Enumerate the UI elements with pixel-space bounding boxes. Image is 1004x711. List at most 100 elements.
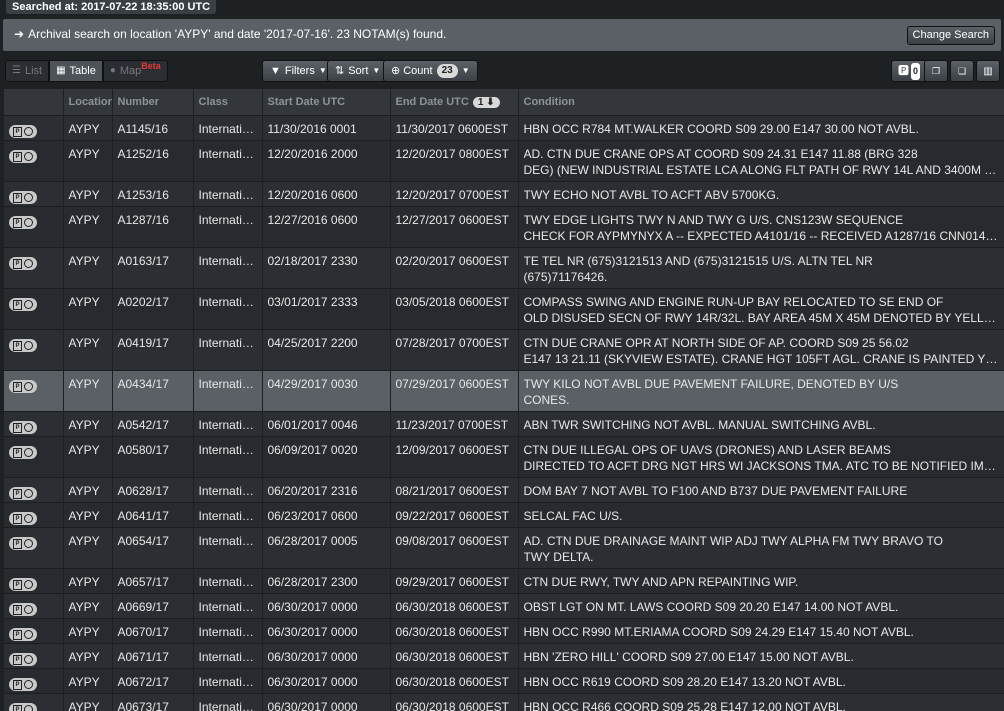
pdf-open-toggle[interactable]: P bbox=[9, 421, 37, 434]
pdf-open-toggle[interactable]: P bbox=[9, 125, 37, 138]
map-view-label: Map bbox=[119, 65, 142, 77]
pdf-open-toggle[interactable]: P bbox=[9, 578, 37, 591]
table-row[interactable]: P AYPY A0434/17 Internatio... 04/29/2017 003… bbox=[4, 369, 1004, 411]
cell-condition: TWY EDGE LIGHTS TWY N AND TWY G U/S. CNS… bbox=[518, 205, 1004, 247]
row-actions: P bbox=[4, 501, 64, 527]
view-toggle: ☰ List ▦ Table ● Map Beta bbox=[5, 60, 168, 82]
cell-condition: DOM BAY 7 NOT AVBL TO F100 AND B737 DUE … bbox=[518, 476, 1004, 502]
condition-line: AD. CTN DUE CRANE OPS AT COORD S09 24.31… bbox=[523, 146, 918, 161]
pdf-open-toggle[interactable]: P bbox=[9, 339, 37, 352]
pdf-export-button[interactable]: 🅿 0 bbox=[891, 60, 927, 82]
table-row[interactable]: P AYPY A0419/17 Internatio... 04/25/2017 220… bbox=[4, 328, 1004, 370]
cell-number: A0628/17 bbox=[112, 476, 194, 502]
table-row[interactable]: P AYPY A0641/17 Internatio... 06/23/2017 060… bbox=[4, 501, 1004, 527]
copy-button[interactable]: ❐ bbox=[924, 60, 948, 82]
cell-start-date: 06/30/2017 0000 bbox=[262, 617, 391, 643]
pdf-open-toggle[interactable]: P bbox=[9, 603, 37, 616]
table-row[interactable]: P AYPY A1252/16 Internatio... 12/20/2016 200… bbox=[4, 139, 1004, 181]
col-condition[interactable]: Condition bbox=[518, 89, 1004, 115]
table-row[interactable]: P AYPY A0163/17 Internatio... 02/18/2017 233… bbox=[4, 246, 1004, 288]
cell-start-date: 06/30/2017 0000 bbox=[262, 592, 391, 618]
pdf-open-toggle[interactable]: P bbox=[9, 512, 37, 525]
list-view-button[interactable]: ☰ List bbox=[5, 60, 50, 82]
cell-class: Internatio... bbox=[193, 410, 263, 436]
cell-start-date: 02/18/2017 2330 bbox=[262, 246, 391, 288]
pdf-open-toggle[interactable]: P bbox=[9, 678, 37, 691]
table-row[interactable]: P AYPY A1253/16 Internatio... 12/20/2016 060… bbox=[4, 180, 1004, 206]
row-actions: P bbox=[4, 642, 64, 668]
cell-location: AYPY bbox=[63, 642, 113, 668]
cell-end-date: 11/30/2017 0600EST bbox=[390, 114, 519, 140]
table-row[interactable]: P AYPY A0202/17 Internatio... 03/01/2017 233… bbox=[4, 287, 1004, 329]
map-view-button[interactable]: ● Map Beta bbox=[102, 60, 168, 82]
pdf-open-toggle[interactable]: P bbox=[9, 537, 37, 550]
table-row[interactable]: P AYPY A0542/17 Internatio... 06/01/2017 004… bbox=[4, 410, 1004, 436]
cell-start-date: 06/23/2017 0600 bbox=[262, 501, 391, 527]
cell-location: AYPY bbox=[63, 287, 113, 329]
table-row[interactable]: P AYPY A0673/17 Internatio... 06/30/2017 000… bbox=[4, 692, 1004, 711]
cell-class: Internatio... bbox=[193, 328, 263, 370]
circle-icon bbox=[24, 193, 33, 202]
pdf-icon: P bbox=[13, 447, 22, 458]
pdf-open-toggle[interactable]: P bbox=[9, 628, 37, 641]
sort-button[interactable]: ⇅ Sort ▼ bbox=[327, 60, 389, 82]
cell-condition: CTN DUE ILLEGAL OPS OF UAVS (DRONES) AND… bbox=[518, 435, 1004, 477]
cell-start-date: 06/30/2017 0000 bbox=[262, 667, 391, 693]
list-view-label: List bbox=[24, 65, 43, 77]
count-button[interactable]: ⊕ Count 23 ▼ bbox=[383, 60, 478, 82]
col-end-date[interactable]: End Date UTC 1 ⬇ bbox=[390, 89, 519, 115]
table-row[interactable]: P AYPY A0654/17 Internatio... 06/28/2017 000… bbox=[4, 526, 1004, 568]
cell-location: AYPY bbox=[63, 592, 113, 618]
pdf-open-toggle[interactable]: P bbox=[9, 150, 37, 163]
duplicate-button[interactable]: ❏ bbox=[950, 60, 974, 82]
pdf-open-toggle[interactable]: P bbox=[9, 653, 37, 666]
pdf-open-toggle[interactable]: P bbox=[9, 216, 37, 229]
columns-button[interactable]: ▥ bbox=[976, 60, 1000, 82]
cell-end-date: 09/22/2017 0600EST bbox=[390, 501, 519, 527]
filters-button[interactable]: ▼ Filters ▼ bbox=[262, 60, 335, 82]
table-row[interactable]: P AYPY A0657/17 Internatio... 06/28/2017 230… bbox=[4, 567, 1004, 593]
cell-number: A0672/17 bbox=[112, 667, 194, 693]
row-actions: P bbox=[4, 692, 64, 711]
condition-line: CONES. bbox=[523, 392, 570, 407]
table-row[interactable]: P AYPY A1145/16 Internatio... 11/30/2016 000… bbox=[4, 114, 1004, 140]
table-row[interactable]: P AYPY A0628/17 Internatio... 06/20/2017 231… bbox=[4, 476, 1004, 502]
plus-circle-icon: ⊕ bbox=[391, 65, 401, 77]
cell-class: Internatio... bbox=[193, 692, 263, 711]
col-class[interactable]: Class bbox=[193, 89, 263, 115]
change-search-button[interactable]: Change Search bbox=[906, 26, 995, 45]
table-header: Location Number Class Start Date UTC End… bbox=[4, 89, 1004, 115]
cell-condition: AD. CTN DUE DRAINAGE MAINT WIP ADJ TWY A… bbox=[518, 526, 1004, 568]
pdf-open-toggle[interactable]: P bbox=[9, 191, 37, 204]
cell-end-date: 06/30/2018 0600EST bbox=[390, 692, 519, 711]
col-location[interactable]: Location bbox=[63, 89, 113, 115]
table-row[interactable]: P AYPY A0671/17 Internatio... 06/30/2017 000… bbox=[4, 642, 1004, 668]
cell-location: AYPY bbox=[63, 114, 113, 140]
cell-end-date: 06/30/2018 0600EST bbox=[390, 617, 519, 643]
row-actions: P bbox=[4, 369, 64, 411]
pdf-open-toggle[interactable]: P bbox=[9, 257, 37, 270]
table-row[interactable]: P AYPY A0669/17 Internatio... 06/30/2017 000… bbox=[4, 592, 1004, 618]
pdf-open-toggle[interactable]: P bbox=[9, 380, 37, 393]
cell-condition: ABN TWR SWITCHING NOT AVBL. MANUAL SWITC… bbox=[518, 410, 1004, 436]
table-view-button[interactable]: ▦ Table bbox=[49, 60, 103, 82]
table-row[interactable]: P AYPY A1287/16 Internatio... 12/27/2016 060… bbox=[4, 205, 1004, 247]
condition-line: E147 13 21.11 (SKYVIEW ESTATE). CRANE HG… bbox=[523, 351, 999, 366]
pdf-icon: P bbox=[13, 299, 22, 310]
cell-number: A1287/16 bbox=[112, 205, 194, 247]
row-actions: P bbox=[4, 287, 64, 329]
cell-start-date: 06/01/2017 0046 bbox=[262, 410, 391, 436]
pdf-open-toggle[interactable]: P bbox=[9, 487, 37, 500]
col-number[interactable]: Number bbox=[112, 89, 194, 115]
pdf-open-toggle[interactable]: P bbox=[9, 703, 37, 711]
cell-location: AYPY bbox=[63, 567, 113, 593]
table-row[interactable]: P AYPY A0580/17 Internatio... 06/09/2017 002… bbox=[4, 435, 1004, 477]
cell-location: AYPY bbox=[63, 139, 113, 181]
cell-number: A0654/17 bbox=[112, 526, 194, 568]
pdf-open-toggle[interactable]: P bbox=[9, 298, 37, 311]
table-row[interactable]: P AYPY A0670/17 Internatio... 06/30/2017 000… bbox=[4, 617, 1004, 643]
pdf-icon: P bbox=[13, 217, 22, 228]
table-row[interactable]: P AYPY A0672/17 Internatio... 06/30/2017 000… bbox=[4, 667, 1004, 693]
col-start-date[interactable]: Start Date UTC bbox=[262, 89, 391, 115]
pdf-open-toggle[interactable]: P bbox=[9, 446, 37, 459]
